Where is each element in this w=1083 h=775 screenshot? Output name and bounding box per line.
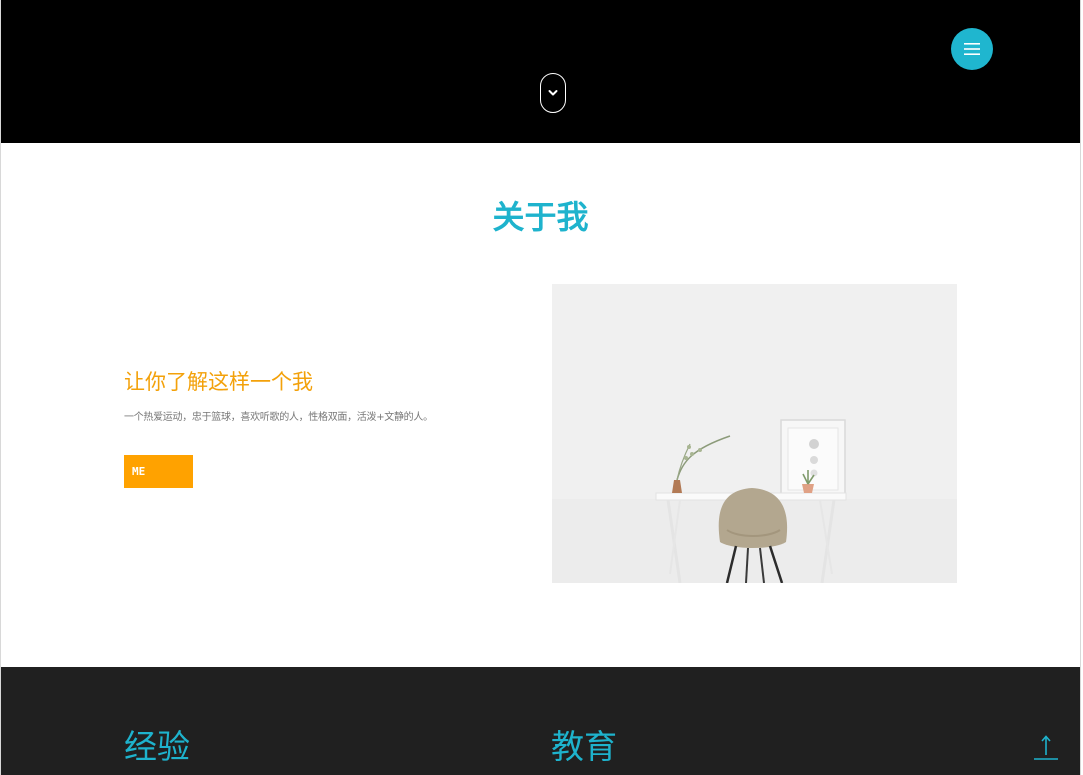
menu-button[interactable] <box>951 28 993 70</box>
desk-chair-photo <box>552 284 957 583</box>
arrow-up-icon <box>1034 735 1058 760</box>
about-subtitle: 让你了解这样一个我 <box>124 370 313 394</box>
scroll-down-button[interactable] <box>540 73 566 113</box>
me-button[interactable]: ME <box>124 455 193 488</box>
back-to-top-button[interactable] <box>1033 733 1059 761</box>
education-heading: 教育 <box>551 727 617 766</box>
hamburger-icon <box>964 43 980 55</box>
hero-header <box>0 0 1081 143</box>
about-title: 关于我 <box>492 198 589 236</box>
experience-heading: 经验 <box>124 727 190 766</box>
about-description: 一个热爱运动，忠于篮球，喜欢听歌的人，性格双面，活泼+文静的人。 <box>124 412 433 423</box>
chevron-down-icon <box>548 90 558 96</box>
